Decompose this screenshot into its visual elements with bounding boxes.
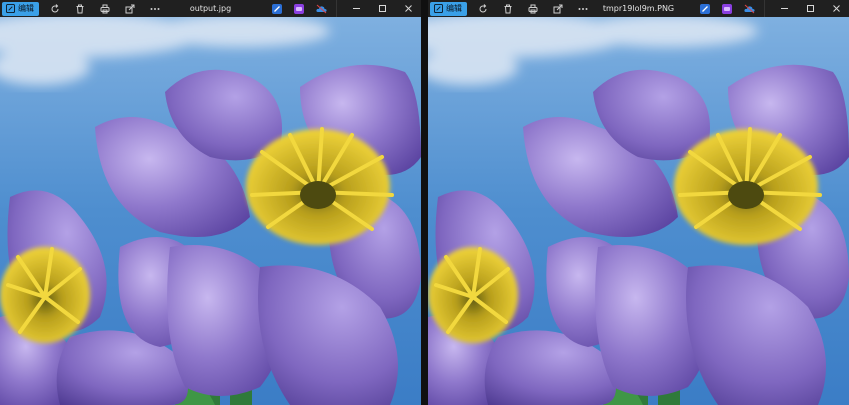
minimize-icon [780,8,788,9]
close-icon [404,5,412,12]
edit-label: 编辑 [446,4,462,13]
maximize-button[interactable] [797,0,823,17]
edit-icon [434,4,443,13]
share-icon [553,4,563,13]
photos-edit-button[interactable] [288,0,310,17]
minimize-icon [352,8,360,9]
print-icon [100,4,110,13]
toolbar-separator [764,0,765,17]
share-button[interactable] [549,0,567,17]
share-icon [125,4,135,13]
delete-icon [504,4,512,13]
print-button[interactable] [96,0,114,17]
clipchamp-icon [272,3,282,14]
right-photo-window: 编辑 tmpr19lol9m.PNG [428,0,849,405]
rotate-icon [51,3,59,12]
photos-edit-button[interactable] [716,0,738,17]
file-name: output.jpg [189,4,232,13]
share-button[interactable] [121,0,139,17]
more-button[interactable] [146,0,164,17]
onedrive-icon [743,4,755,13]
more-icon [150,7,160,10]
close-button[interactable] [395,0,421,17]
toolbar: 编辑 tmpr19lol9m.PNG [428,0,849,17]
close-button[interactable] [823,0,849,17]
clipchamp-button[interactable] [266,0,288,17]
photo-canvas [0,17,421,405]
clipchamp-icon [700,3,710,14]
left-photo-window: 编辑 output.jpg [0,0,421,405]
delete-button[interactable] [499,0,517,17]
file-name: tmpr19lol9m.PNG [602,4,675,13]
minimize-button[interactable] [343,0,369,17]
clipchamp-button[interactable] [694,0,716,17]
onedrive-button[interactable] [310,0,332,17]
maximize-icon [378,5,386,12]
maximize-icon [806,5,814,12]
minimize-button[interactable] [771,0,797,17]
rotate-button[interactable] [474,0,492,17]
delete-icon [76,4,84,13]
photo-canvas [428,17,849,405]
toolbar-separator [336,0,337,17]
edit-icon [6,4,15,13]
onedrive-button[interactable] [738,0,760,17]
window-divider [421,0,428,405]
print-icon [528,4,538,13]
more-button[interactable] [574,0,592,17]
edit-button[interactable]: 编辑 [430,1,467,16]
close-icon [832,5,840,12]
rotate-button[interactable] [46,0,64,17]
print-button[interactable] [524,0,542,17]
more-icon [578,7,588,10]
rotate-icon [479,3,487,12]
edit-button[interactable]: 编辑 [2,1,39,16]
delete-button[interactable] [71,0,89,17]
edit-label: 编辑 [18,4,34,13]
photos-edit-icon [722,3,732,14]
onedrive-icon [315,4,327,13]
maximize-button[interactable] [369,0,395,17]
photos-edit-icon [294,3,304,14]
toolbar: 编辑 output.jpg [0,0,421,17]
